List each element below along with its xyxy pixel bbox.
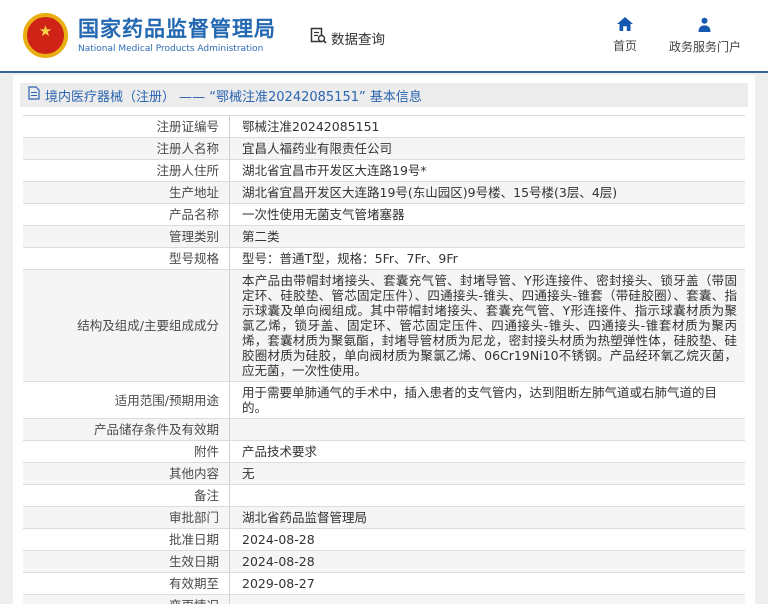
row-value: 产品技术要求: [242, 444, 318, 459]
table-row: 附件 产品技术要求: [23, 440, 745, 462]
home-icon: [616, 16, 633, 34]
table-row: 生效日期 2024-08-28: [23, 550, 745, 572]
user-icon: [697, 17, 712, 35]
breadcrumb-text: 境内医疗器械（注册） —— “鄂械注准20242085151” 基本信息: [45, 89, 422, 105]
nav-home-label: 首页: [612, 38, 637, 53]
row-value: 湖北省宜昌市开发区大连路19号*: [242, 163, 427, 178]
table-row: 其他内容无: [23, 462, 745, 484]
table-row: 注册人住所 湖北省宜昌市开发区大连路19号*: [23, 159, 745, 181]
nmpa-logo: ★ 国家药品监督管理局 National Medical Products Ad…: [23, 13, 276, 58]
table-row: 管理类别 第二类: [23, 225, 745, 247]
table-row: 批准日期 2024-08-28: [23, 528, 745, 550]
site-title: 国家药品监督管理局: [78, 17, 276, 42]
row-label: 注册人住所: [23, 160, 230, 181]
header-nav: 首页 政务服务门户: [612, 16, 741, 55]
table-row: 型号规格 型号：普通T型，规格：5Fr、7Fr、9Fr: [23, 247, 745, 269]
row-value: [230, 595, 745, 604]
row-label: 注册证编号: [23, 116, 230, 137]
site-title-block: 国家药品监督管理局 National Medical Products Admi…: [78, 17, 276, 53]
row-value: 宜昌人福药业有限责任公司: [242, 141, 393, 156]
row-value: 用于需要单肺通气的手术中，插入患者的支气管内，达到阻断左肺气道或右肺气道的目的。: [242, 385, 718, 415]
info-table: 注册证编号 鄂械注准20242085151 注册人名称 宜昌人福药业有限责任公司 注册人…: [23, 115, 745, 604]
nav-home[interactable]: 首页: [612, 16, 637, 55]
row-value: 第二类: [242, 229, 280, 244]
table-row: 适用范围/预期用途 用于需要单肺通气的手术中，插入患者的支气管内，达到阻断左肺气道…: [23, 381, 745, 418]
national-emblem-icon: ★: [23, 13, 68, 58]
star-icon: ★: [38, 22, 53, 40]
row-label: 注册人名称: [23, 138, 230, 159]
row-label: 备注: [23, 485, 230, 506]
row-value: 无: [242, 466, 255, 481]
nav-portal[interactable]: 政务服务门户: [669, 17, 741, 55]
row-value: 本产品由带帽封堵接头、套囊充气管、封堵导管、Y形连接件、密封接头、锁牙盖（带固定…: [242, 273, 737, 378]
table-row: 审批部门 湖北省药品监督管理局: [23, 506, 745, 528]
row-value: 湖北省药品监督管理局: [242, 510, 368, 525]
row-label: 批准日期: [23, 529, 230, 550]
row-label: 生产地址: [23, 182, 230, 203]
row-value: 一次性使用无菌支气管堵塞器: [242, 207, 405, 222]
table-row: 结构及组成/主要组成成分 本产品由带帽封堵接头、套囊充气管、封堵导管、Y形连接件、…: [23, 269, 745, 381]
table-row: 注册证编号 鄂械注准20242085151: [23, 115, 745, 137]
row-label: 审批部门: [23, 507, 230, 528]
data-query-label: 数据查询: [331, 31, 385, 48]
site-subtitle: National Medical Products Administration: [78, 43, 264, 54]
row-label: 结构及组成/主要组成成分: [23, 270, 230, 381]
row-label: 其他内容: [23, 463, 230, 484]
row-label: 变更情况: [23, 595, 230, 604]
table-row: 备注: [23, 484, 745, 506]
table-row: 有效期至 2029-08-27: [23, 572, 745, 594]
row-label: 适用范围/预期用途: [23, 382, 230, 418]
row-label: 产品名称: [23, 204, 230, 225]
document-icon: [28, 86, 40, 104]
row-value: [230, 419, 745, 440]
row-value: [230, 485, 745, 506]
row-value: 湖北省宜昌开发区大连路19号(东山园区)9号楼、15号楼(3层、4层): [242, 185, 618, 200]
nav-portal-label: 政务服务门户: [668, 39, 741, 54]
table-row: 生产地址 湖北省宜昌开发区大连路19号(东山园区)9号楼、15号楼(3层、4层): [23, 181, 745, 203]
table-row: 产品名称 一次性使用无菌支气管堵塞器: [23, 203, 745, 225]
row-label: 生效日期: [23, 551, 230, 572]
row-value: 2029-08-27: [242, 576, 315, 591]
row-label: 管理类别: [23, 226, 230, 247]
breadcrumb: 境内医疗器械（注册） —— “鄂械注准20242085151” 基本信息: [20, 83, 748, 107]
row-label: 附件: [23, 441, 230, 462]
row-value: 2024-08-28: [242, 554, 315, 569]
data-query-button[interactable]: 数据查询: [310, 27, 385, 48]
row-label: 产品储存条件及有效期: [23, 419, 230, 440]
table-row: 变更情况: [23, 594, 745, 604]
document-search-icon: [310, 27, 327, 48]
row-label: 有效期至: [23, 573, 230, 594]
table-row: 产品储存条件及有效期: [23, 418, 745, 440]
content-panel: 境内医疗器械（注册） —— “鄂械注准20242085151” 基本信息 注册证…: [13, 75, 755, 604]
site-header: ★ 国家药品监督管理局 National Medical Products Ad…: [0, 0, 768, 73]
table-row: 注册人名称 宜昌人福药业有限责任公司: [23, 137, 745, 159]
row-value: 鄂械注准20242085151: [242, 119, 380, 134]
row-value: 型号：普通T型，规格：5Fr、7Fr、9Fr: [242, 251, 458, 266]
row-value: 2024-08-28: [242, 532, 315, 547]
row-label: 型号规格: [23, 248, 230, 269]
